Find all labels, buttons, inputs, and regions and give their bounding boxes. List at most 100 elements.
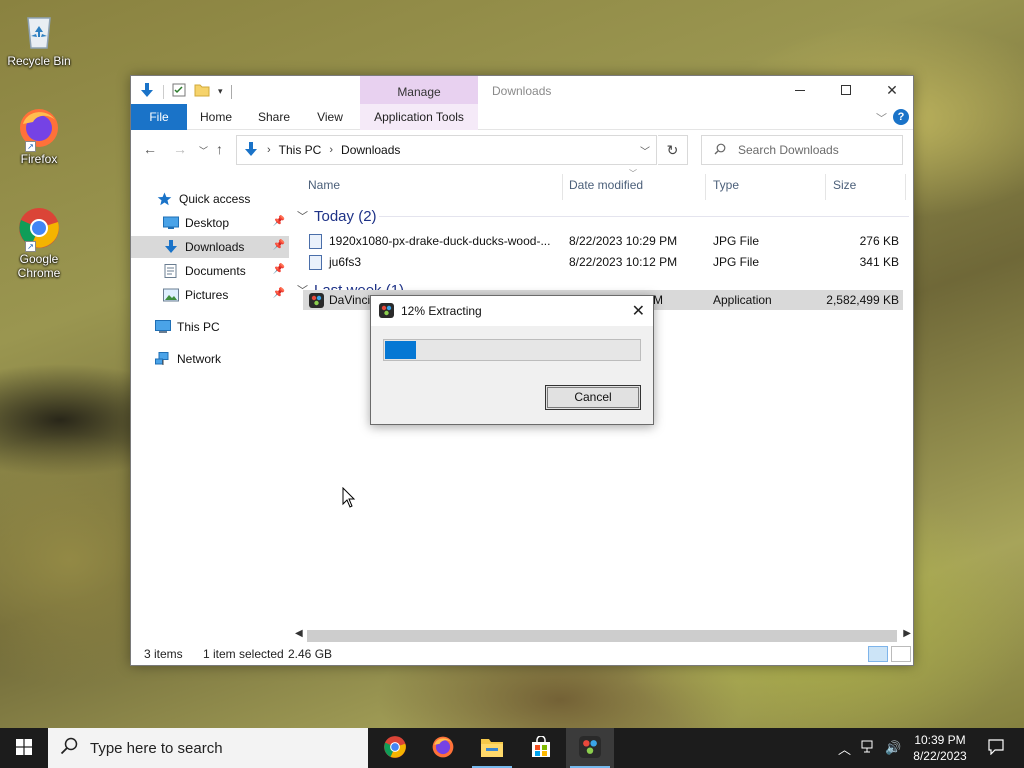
pin-icon[interactable]: 📌 [273,240,285,251]
new-folder-icon[interactable] [194,83,210,100]
downloads-location-icon [243,141,259,160]
nav-quick-access-label: Quick access [179,192,251,206]
manage-context-tab[interactable]: Manage [360,76,478,104]
nav-network[interactable]: Network [131,348,289,370]
scrollbar-thumb[interactable] [307,630,897,642]
nav-quick-access[interactable]: Quick access [131,188,289,210]
address-bar[interactable]: › This PC › Downloads ﹀ [236,135,657,165]
close-icon[interactable]: ✕ [632,301,645,321]
column-header-name[interactable]: Name [308,178,340,192]
taskbar-file-explorer[interactable] [468,728,516,768]
microsoft-store-icon [530,734,552,761]
sort-chevron-icon: ﹀ [629,169,637,178]
column-divider[interactable] [905,174,906,200]
network-status-icon[interactable] [861,740,877,757]
breadcrumb-separator-icon[interactable]: › [329,144,333,156]
column-divider[interactable] [825,174,826,200]
back-arrow-icon[interactable]: ← [143,141,157,157]
taskbar-chrome[interactable] [371,728,419,768]
tab-file[interactable]: File [131,104,187,130]
search-box[interactable]: Search Downloads [701,135,903,165]
title-bar[interactable]: ▾ Manage Downloads ✕ [131,76,913,104]
window-title: Downloads [492,84,552,98]
breadcrumb-downloads[interactable]: Downloads [341,143,400,157]
tab-share[interactable]: Share [251,104,297,130]
details-view-button[interactable] [868,646,888,662]
recycle-bin-shortcut[interactable]: Recycle Bin [4,8,74,68]
star-icon [157,192,173,206]
downloads-folder-icon [163,240,179,254]
davinci-resolve-icon [579,735,601,761]
column-divider[interactable] [705,174,706,200]
qat-divider [230,84,232,99]
minimize-button[interactable] [777,76,823,104]
sidebar-item-desktop[interactable]: Desktop 📌 [131,212,289,234]
recent-locations-icon[interactable]: ﹀ [199,144,208,157]
firefox-icon [431,735,455,762]
breadcrumb-separator-icon[interactable]: › [267,144,271,156]
chrome-shortcut[interactable]: ↗ Google Chrome [4,206,74,280]
firefox-shortcut[interactable]: ↗ Firefox [4,106,74,166]
recycle-bin-label: Recycle Bin [7,54,71,68]
windows-logo-icon [16,738,32,758]
table-row[interactable]: ju6fs3 8/22/2023 10:12 PM JPG File 341 K… [303,252,903,272]
properties-icon[interactable] [172,83,186,100]
column-divider[interactable] [562,174,563,200]
taskbar-davinci-resolve[interactable] [566,728,614,768]
breadcrumb-this-pc[interactable]: This PC [279,143,322,157]
start-button[interactable] [0,728,48,768]
tab-application-tools[interactable]: Application Tools [360,104,478,130]
dialog-title-bar[interactable]: 12% Extracting ✕ [371,296,653,326]
taskbar-clock[interactable]: 10:39 PM 8/22/2023 [898,732,982,764]
sidebar-item-documents[interactable]: Documents 📌 [131,260,289,282]
column-header-type[interactable]: Type [713,178,739,192]
qat-dropdown-icon[interactable]: ▾ [218,86,223,97]
maximize-button[interactable] [823,76,869,104]
close-button[interactable]: ✕ [869,76,915,104]
file-size: 2,582,499 KB [826,293,899,307]
refresh-button[interactable]: ↻ [658,135,688,165]
address-dropdown-icon[interactable]: ﹀ [640,143,650,158]
chrome-label: Google Chrome [17,252,61,280]
search-icon [60,737,78,759]
scroll-right-icon[interactable]: ▶ [903,628,911,639]
help-icon[interactable]: ? [893,109,909,125]
pin-icon[interactable]: 📌 [273,288,285,299]
shortcut-arrow-icon: ↗ [25,241,36,252]
tab-view[interactable]: View [309,104,351,130]
forward-arrow-icon[interactable]: → [173,141,187,157]
mouse-cursor-icon [342,486,356,512]
show-hidden-icons-chevron-icon[interactable]: ︿ [838,739,851,758]
action-center-button[interactable] [976,728,1016,768]
file-name: 1920x1080-px-drake-duck-ducks-wood-... [329,234,551,248]
documents-folder-icon [163,264,179,278]
close-icon: ✕ [886,81,898,98]
notification-icon [988,738,1004,758]
taskbar-microsoft-store[interactable] [517,728,565,768]
pin-icon[interactable]: 📌 [273,264,285,275]
nav-this-pc[interactable]: This PC [131,316,289,338]
pin-icon[interactable]: 📌 [273,216,285,227]
taskbar-firefox[interactable] [419,728,467,768]
status-bar: 3 items 1 item selected 2.46 GB [131,643,913,665]
qat-divider [163,84,164,99]
chrome-icon: ↗ [17,206,61,252]
firefox-label: Firefox [20,152,58,166]
column-header-date-modified[interactable]: Date modified [569,178,643,192]
cancel-button[interactable]: Cancel [545,385,641,410]
group-header-today[interactable]: ﹀ Today (2) [297,205,377,227]
taskbar: Type here to search ︿ 🔊 10:39 PM 8/22/20… [0,728,1024,768]
table-row[interactable]: 1920x1080-px-drake-duck-ducks-wood-... 8… [303,231,903,251]
column-header-size[interactable]: Size [833,178,856,192]
tab-home[interactable]: Home [193,104,239,130]
large-icons-view-button[interactable] [891,646,911,662]
taskbar-search-box[interactable]: Type here to search [48,728,368,768]
computer-icon [155,320,171,334]
collapse-chevron-icon: ﹀ [297,211,308,223]
sidebar-item-pictures[interactable]: Pictures 📌 [131,284,289,306]
sidebar-item-downloads[interactable]: Downloads 📌 [131,236,289,258]
file-type: JPG File [713,255,760,269]
scroll-left-icon[interactable]: ◀ [295,628,303,639]
up-arrow-icon[interactable]: ↑ [216,141,223,157]
ribbon-expand-icon[interactable]: ﹀ [876,110,887,126]
